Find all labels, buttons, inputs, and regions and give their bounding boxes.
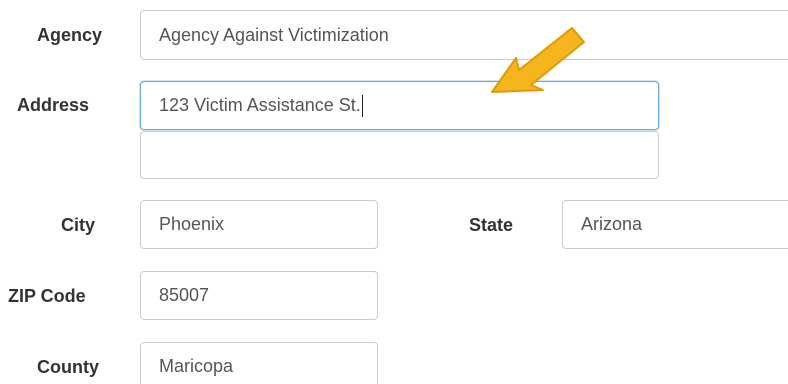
arrow-pointer-icon bbox=[491, 27, 585, 93]
agency-label: Agency bbox=[37, 25, 103, 45]
address-line1-value: 123 Victim Assistance St. bbox=[159, 95, 361, 115]
county-input[interactable]: Maricopa bbox=[140, 342, 378, 384]
state-select[interactable]: Arizona bbox=[562, 200, 788, 249]
state-label: State bbox=[469, 215, 514, 235]
county-value: Maricopa bbox=[159, 356, 234, 376]
address-line2-input[interactable] bbox=[140, 131, 659, 179]
agency-value: Agency Against Victimization bbox=[159, 24, 389, 45]
zip-label: ZIP Code bbox=[8, 286, 86, 306]
zip-input[interactable]: 85007 bbox=[140, 271, 378, 320]
city-label: City bbox=[61, 215, 96, 235]
text-cursor bbox=[361, 94, 363, 117]
address-form: Agency Agency Against Victimization Addr… bbox=[0, 0, 788, 384]
state-value: Arizona bbox=[581, 214, 643, 234]
county-label: County bbox=[37, 357, 99, 377]
agency-input[interactable]: Agency Against Victimization bbox=[140, 10, 788, 60]
city-value: Phoenix bbox=[159, 214, 225, 234]
address-label: Address bbox=[17, 95, 90, 115]
zip-value: 85007 bbox=[159, 285, 210, 305]
city-input[interactable]: Phoenix bbox=[140, 200, 378, 249]
